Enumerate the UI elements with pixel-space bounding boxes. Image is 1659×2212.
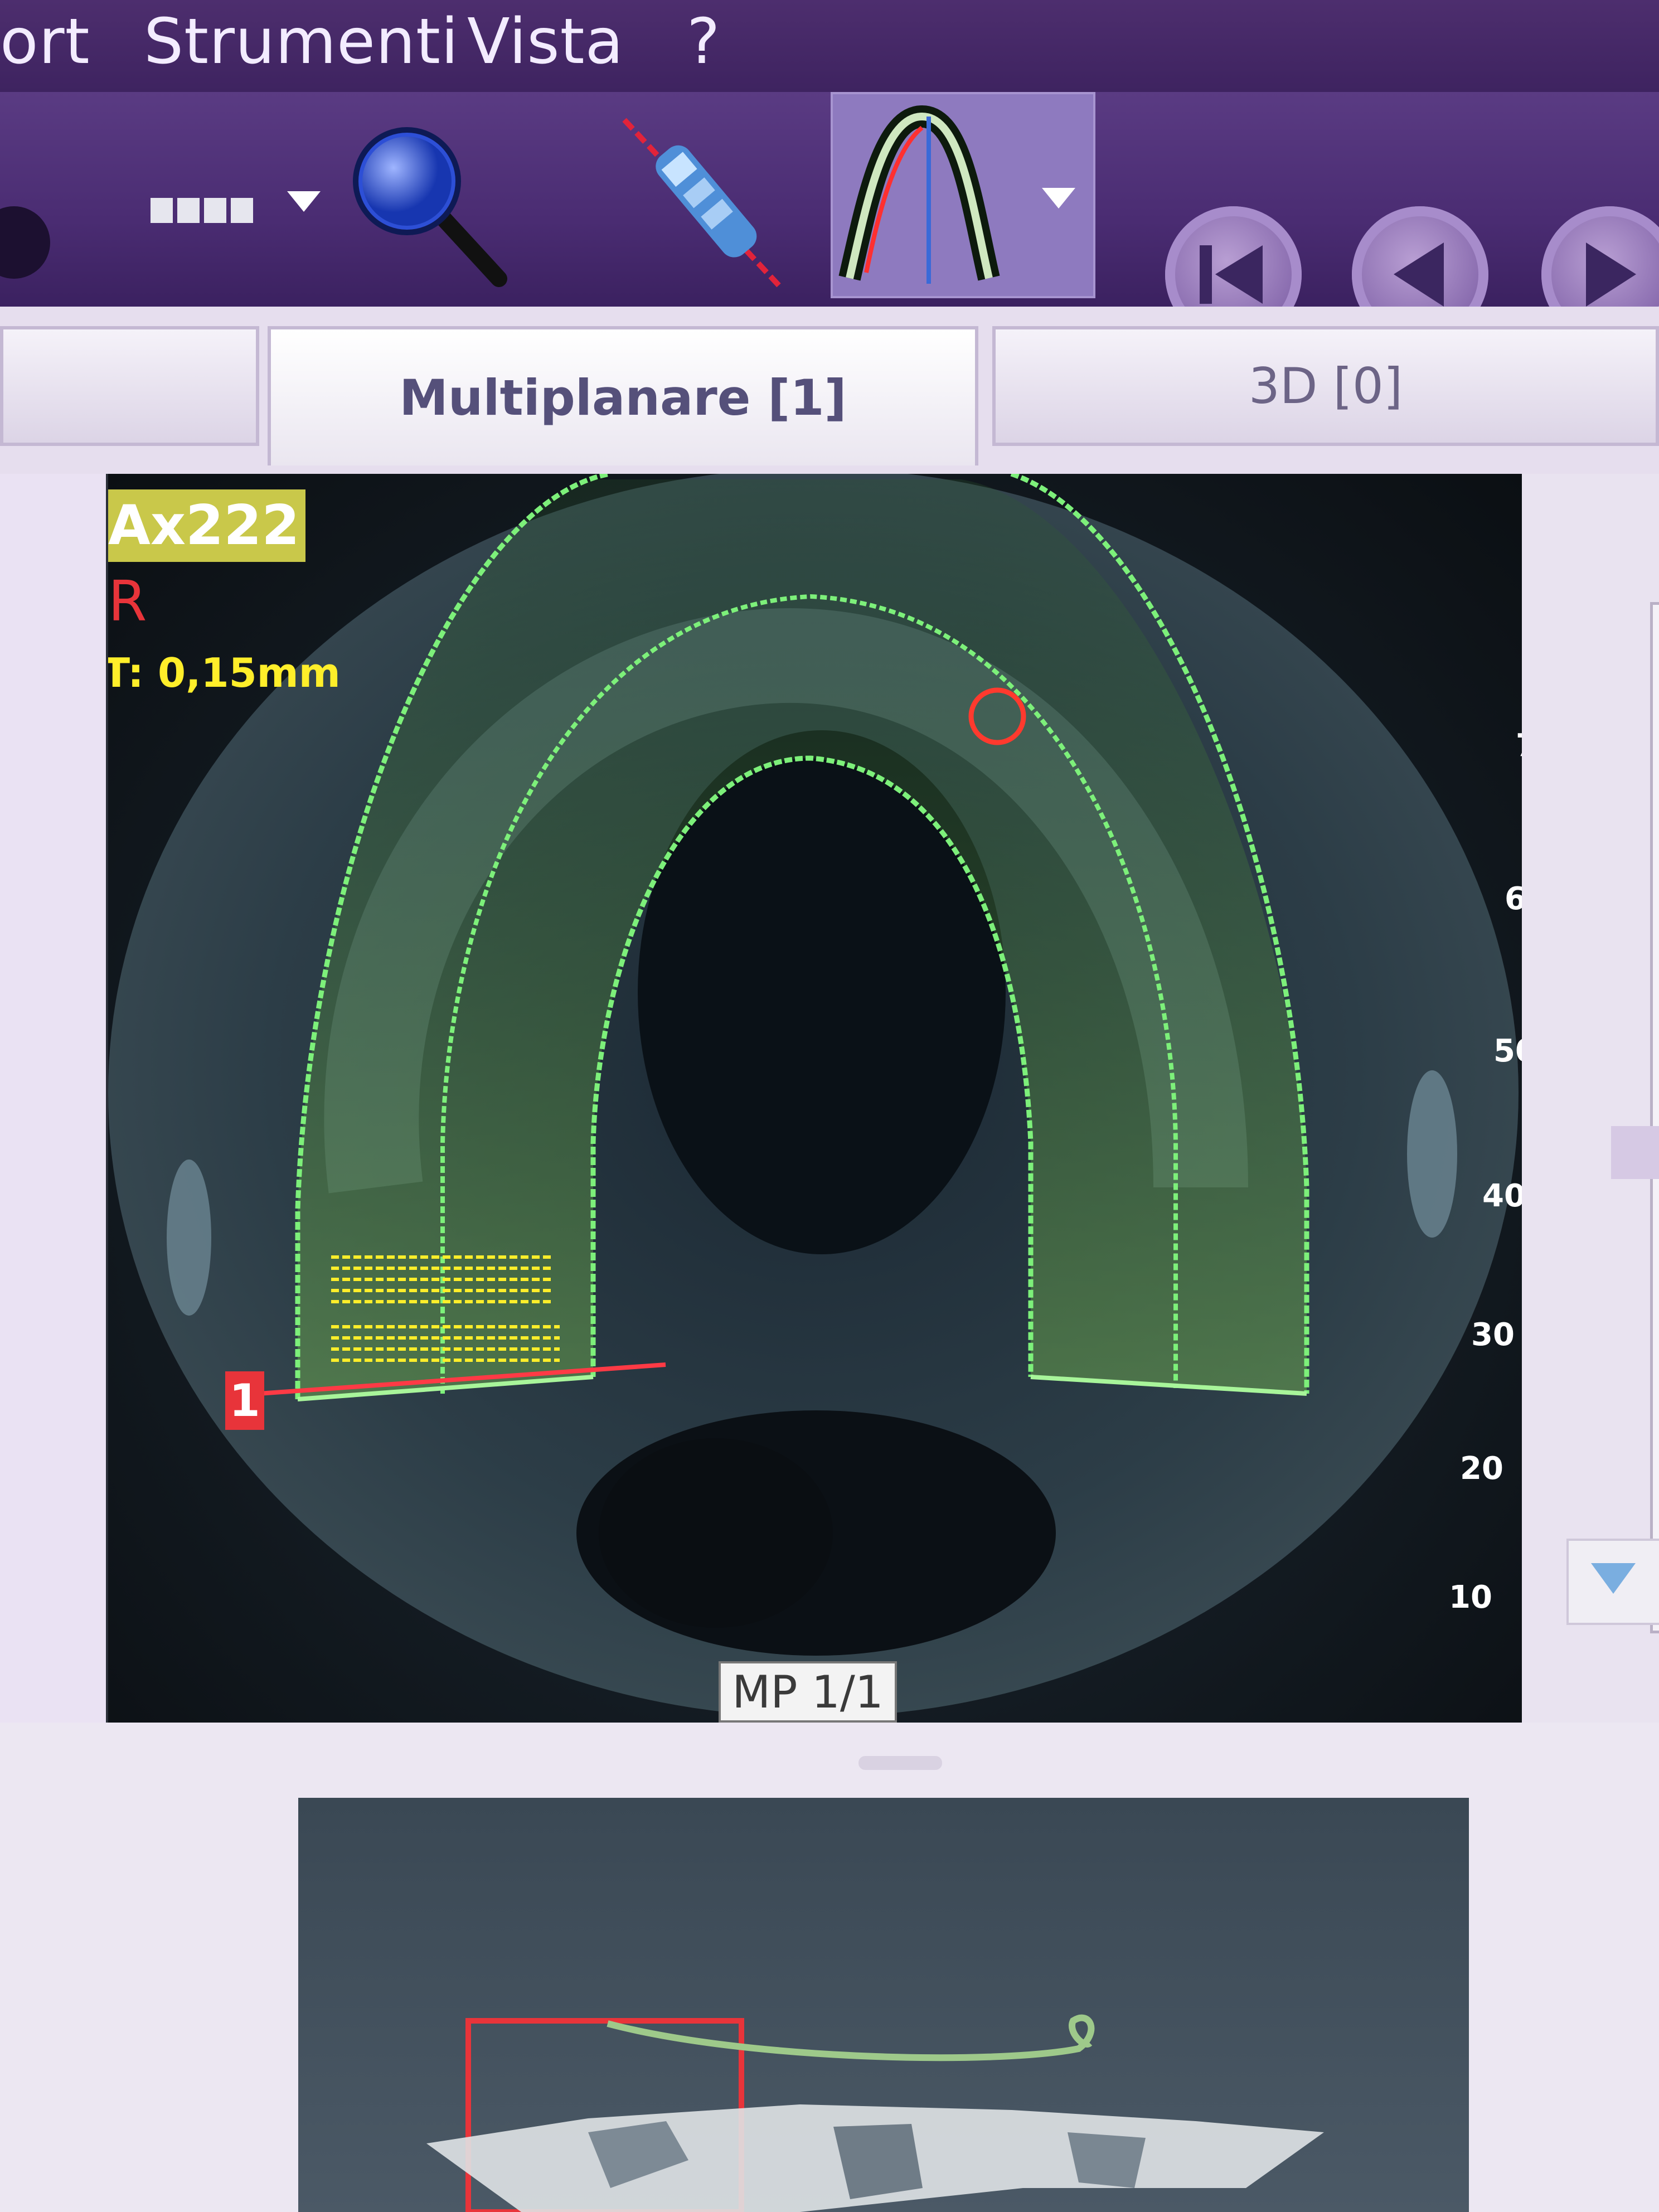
ruler-label-30: 30 <box>1471 1317 1515 1353</box>
menu-item-help[interactable]: ? <box>687 6 720 78</box>
curve-dropdown-icon[interactable] <box>1039 183 1078 211</box>
axial-viewer[interactable]: Ax222 R T: 0,15mm L 1 MP 1/1 70 60 50 40… <box>106 474 1522 1723</box>
scroll-down-button[interactable] <box>1566 1539 1659 1625</box>
menu-item-strumenti[interactable]: Strumenti <box>144 6 459 78</box>
arrow-down-icon <box>1591 1563 1636 1594</box>
section-marker[interactable]: 1 <box>225 1371 264 1430</box>
thickness-label: T: 0,15mm <box>106 649 341 696</box>
ruler-label-60: 60 <box>1505 881 1522 917</box>
implant-tool-icon[interactable] <box>613 109 792 293</box>
curve-panoramic-icon <box>838 105 1000 284</box>
tab-strip: Multiplanare [1] 3D [0] <box>0 307 1659 474</box>
tab-multiplanare[interactable]: Multiplanare [1] <box>268 326 978 465</box>
menu-bar: ort Strumenti Vista ? <box>0 0 1659 92</box>
zoom-magnifier-icon[interactable] <box>351 120 507 287</box>
ruler-label-50: 50 <box>1493 1033 1522 1069</box>
toolbar <box>0 92 1659 343</box>
ruler-label-70: 70 <box>1516 727 1522 764</box>
tab-3d[interactable]: 3D [0] <box>992 326 1659 446</box>
tab-previous[interactable] <box>0 326 259 446</box>
page-badge: MP 1/1 <box>719 1661 897 1723</box>
panoramic-view[interactable] <box>298 1798 1469 2212</box>
panoramic-image <box>426 2014 1324 2212</box>
side-scrollbar[interactable] <box>1650 602 1659 1633</box>
ruler-label-40: 40 <box>1482 1178 1522 1214</box>
ruler-label-10: 10 <box>1449 1579 1492 1616</box>
orientation-right-label: R <box>108 569 147 634</box>
ruler-label-20: 20 <box>1460 1451 1503 1487</box>
splitter-handle[interactable] <box>858 1756 942 1770</box>
right-panel <box>1522 474 1659 1723</box>
curve-tool-button[interactable] <box>831 92 1095 298</box>
layout-grid-icon[interactable] <box>151 195 254 229</box>
menu-item-vista[interactable]: Vista <box>467 6 624 78</box>
menu-item-export[interactable]: ort <box>0 6 90 78</box>
side-scrollbar-thumb[interactable] <box>1611 1126 1659 1179</box>
layout-dropdown-icon[interactable] <box>284 187 323 215</box>
slice-label: Ax222 <box>108 489 305 562</box>
partial-tool-icon[interactable] <box>0 206 50 279</box>
